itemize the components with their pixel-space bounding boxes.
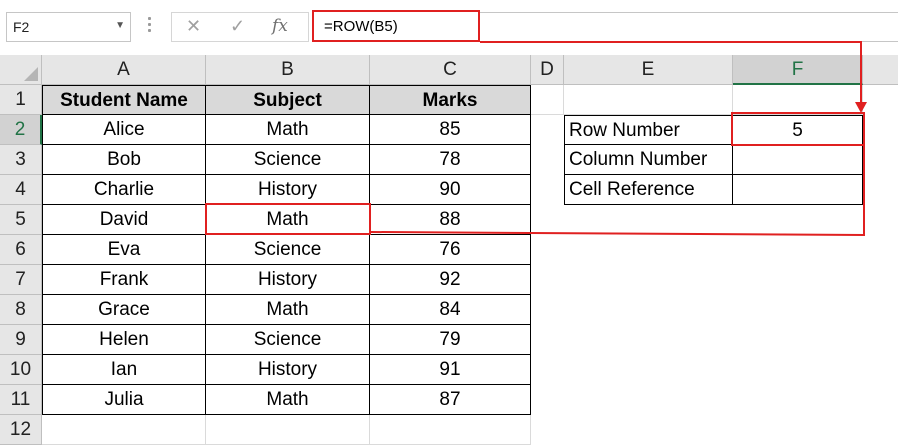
formula-buttons: ✕ ✓ fx <box>171 12 309 42</box>
table-cell[interactable]: Charlie <box>42 175 206 205</box>
label-column-number[interactable]: Column Number <box>564 145 733 175</box>
table-cell[interactable]: 91 <box>370 355 531 385</box>
table-cell[interactable]: History <box>206 175 370 205</box>
cell-f1[interactable] <box>733 85 863 115</box>
row-header-11[interactable]: 11 <box>0 385 42 415</box>
cell-e1[interactable] <box>564 85 733 115</box>
row-header-7[interactable]: 7 <box>0 265 42 295</box>
cell-f4-cell-reference[interactable] <box>733 175 863 205</box>
row-header-1[interactable]: 1 <box>0 85 42 115</box>
table-cell[interactable]: History <box>206 355 370 385</box>
row-header-3[interactable]: 3 <box>0 145 42 175</box>
cell-b12[interactable] <box>206 415 370 445</box>
header-subject[interactable]: Subject <box>206 85 370 115</box>
row-header-6[interactable]: 6 <box>0 235 42 265</box>
row-header-9[interactable]: 9 <box>0 325 42 355</box>
table-cell[interactable]: Math <box>206 295 370 325</box>
header-marks[interactable]: Marks <box>370 85 531 115</box>
label-cell-reference[interactable]: Cell Reference <box>564 175 733 205</box>
row-header-10[interactable]: 10 <box>0 355 42 385</box>
row-header-12[interactable]: 12 <box>0 415 42 445</box>
table-cell[interactable]: Science <box>206 235 370 265</box>
insert-function-icon[interactable]: fx <box>272 16 288 36</box>
cell-d1[interactable] <box>531 85 564 115</box>
chevron-down-icon[interactable]: ▼ <box>115 20 125 31</box>
table-cell[interactable]: Helen <box>42 325 206 355</box>
select-all-button[interactable] <box>0 55 42 85</box>
column-header-a[interactable]: A <box>42 55 206 85</box>
header-student-name[interactable]: Student Name <box>42 85 206 115</box>
column-header-d[interactable]: D <box>531 55 564 85</box>
table-cell[interactable]: Science <box>206 325 370 355</box>
column-header-f[interactable]: F <box>733 55 863 85</box>
table-cell[interactable]: 87 <box>370 385 531 415</box>
table-cell[interactable]: Bob <box>42 145 206 175</box>
column-header-g[interactable] <box>863 55 898 85</box>
table-cell[interactable]: Science <box>206 145 370 175</box>
table-cell[interactable]: 85 <box>370 115 531 145</box>
table-cell[interactable]: History <box>206 265 370 295</box>
enter-icon[interactable]: ✓ <box>230 16 245 37</box>
row-header-4[interactable]: 4 <box>0 175 42 205</box>
formula-text: =ROW(B5) <box>324 18 398 35</box>
formula-input[interactable]: =ROW(B5) <box>312 10 480 42</box>
row-header-5[interactable]: 5 <box>0 205 42 235</box>
table-cell[interactable]: 84 <box>370 295 531 325</box>
cancel-icon[interactable]: ✕ <box>186 16 201 37</box>
table-cell[interactable]: Eva <box>42 235 206 265</box>
column-header-c[interactable]: C <box>370 55 531 85</box>
cell-c12[interactable] <box>370 415 531 445</box>
table-cell[interactable]: 79 <box>370 325 531 355</box>
table-cell[interactable]: Alice <box>42 115 206 145</box>
name-box[interactable]: F2 ▼ <box>6 12 131 42</box>
table-cell[interactable]: 92 <box>370 265 531 295</box>
table-cell[interactable]: Frank <box>42 265 206 295</box>
table-cell[interactable]: 88 <box>370 205 531 235</box>
drag-handle-icon[interactable] <box>148 14 152 38</box>
table-cell[interactable]: Julia <box>42 385 206 415</box>
column-header-b[interactable]: B <box>206 55 370 85</box>
label-row-number[interactable]: Row Number <box>564 115 733 145</box>
cell-f2-row-number[interactable]: 5 <box>733 115 863 145</box>
table-cell[interactable]: 90 <box>370 175 531 205</box>
table-cell[interactable]: Ian <box>42 355 206 385</box>
cell-a12[interactable] <box>42 415 206 445</box>
cell-f3-column-number[interactable] <box>733 145 863 175</box>
table-cell[interactable]: 76 <box>370 235 531 265</box>
table-cell[interactable]: Math <box>206 385 370 415</box>
table-cell[interactable]: 78 <box>370 145 531 175</box>
table-cell[interactable]: Math <box>206 115 370 145</box>
name-box-value: F2 <box>13 19 29 35</box>
row-header-8[interactable]: 8 <box>0 295 42 325</box>
formula-input-area[interactable] <box>480 12 898 42</box>
row-header-2[interactable]: 2 <box>0 115 42 145</box>
table-cell-b5[interactable]: Math <box>206 205 370 235</box>
column-header-e[interactable]: E <box>564 55 733 85</box>
table-cell[interactable]: Grace <box>42 295 206 325</box>
formula-bar: F2 ▼ ✕ ✓ fx =ROW(B5) <box>0 0 898 46</box>
table-cell[interactable]: David <box>42 205 206 235</box>
